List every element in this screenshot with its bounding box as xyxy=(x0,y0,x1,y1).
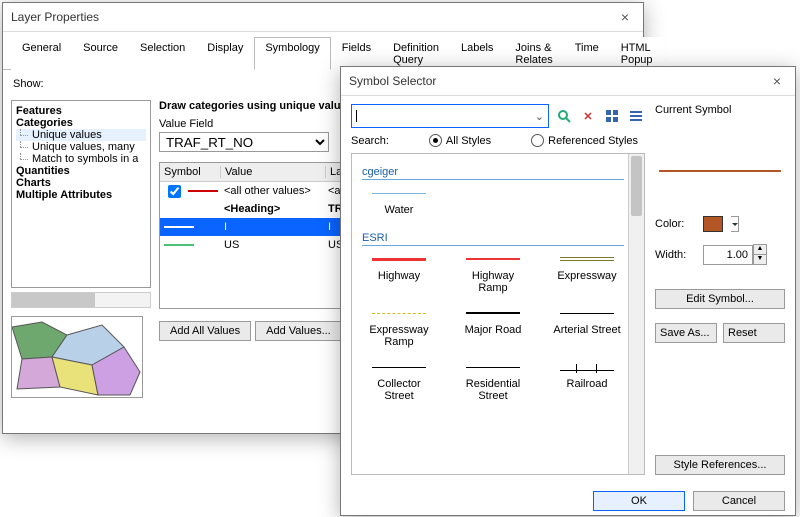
reset-button[interactable]: Reset xyxy=(723,323,785,343)
symbol-collector-street[interactable]: Collector Street xyxy=(362,362,436,402)
view-large-icon[interactable] xyxy=(603,107,621,125)
all-other-checkbox[interactable] xyxy=(168,185,181,198)
line-symbol-icon xyxy=(164,244,194,246)
close-icon[interactable]: × xyxy=(767,67,787,95)
tree-hscrollbar[interactable] xyxy=(11,292,151,308)
tree-multiple-attributes[interactable]: Multiple Attributes xyxy=(16,189,146,201)
symbol-expressway[interactable]: Expressway xyxy=(550,254,624,294)
symbol-list: cgeiger Water ESRI Highway Highway Ramp … xyxy=(351,153,645,475)
layer-properties-tabs: General Source Selection Display Symbolo… xyxy=(3,32,643,70)
value-field-combo[interactable]: TRAF_RT_NO xyxy=(159,132,329,152)
symbol-water[interactable]: Water xyxy=(362,188,436,226)
symbology-preview xyxy=(11,316,143,398)
edit-symbol-button[interactable]: Edit Symbol... xyxy=(655,289,785,309)
color-dropdown-icon[interactable] xyxy=(731,216,739,232)
layer-properties-title: Layer Properties xyxy=(11,3,99,31)
width-label: Width: xyxy=(655,249,695,261)
style-references-button[interactable]: Style References... xyxy=(655,455,785,475)
width-spin-up[interactable]: ▲ xyxy=(753,244,767,254)
grid-row-us[interactable]: US US xyxy=(160,236,370,254)
section-esri: ESRI xyxy=(362,232,624,246)
close-icon[interactable]: × xyxy=(615,3,635,31)
ok-button[interactable]: OK xyxy=(593,491,685,511)
tab-selection[interactable]: Selection xyxy=(129,37,196,70)
color-label: Color: xyxy=(655,218,695,230)
symbol-major-road[interactable]: Major Road xyxy=(456,308,530,348)
tree-unique-values[interactable]: Unique values xyxy=(16,129,146,141)
symbol-highway-ramp[interactable]: Highway Ramp xyxy=(456,254,530,294)
col-value: Value xyxy=(221,166,326,178)
width-spin-down[interactable]: ▼ xyxy=(753,254,767,265)
symbol-residential-street[interactable]: Residential Street xyxy=(456,362,530,402)
tab-display[interactable]: Display xyxy=(196,37,254,70)
grid-row-heading[interactable]: <Heading> TRAF_R xyxy=(160,200,370,218)
tree-categories[interactable]: Categories xyxy=(16,117,146,129)
col-symbol: Symbol xyxy=(160,166,221,178)
line-symbol-icon xyxy=(188,190,218,192)
symbol-selector-dialog: Symbol Selector × ⌄ ✕ Search: All Styles… xyxy=(340,66,796,516)
tree-charts[interactable]: Charts xyxy=(16,177,146,189)
tab-symbology[interactable]: Symbology xyxy=(254,37,330,70)
symbol-selector-titlebar: Symbol Selector × xyxy=(341,67,795,96)
view-list-icon[interactable] xyxy=(627,107,645,125)
dropdown-icon[interactable]: ⌄ xyxy=(535,110,544,123)
left-column: Features Categories Unique values Unique… xyxy=(11,100,151,398)
clear-search-icon[interactable]: ✕ xyxy=(579,107,597,125)
tab-source[interactable]: Source xyxy=(72,37,129,70)
save-as-button[interactable]: Save As... xyxy=(655,323,717,343)
line-symbol-icon xyxy=(164,226,194,228)
color-picker[interactable] xyxy=(703,216,723,232)
search-label: Search: xyxy=(351,135,389,147)
add-all-values-button[interactable]: Add All Values xyxy=(159,321,251,341)
grid-row-i[interactable]: I I xyxy=(160,218,370,236)
referenced-styles-radio[interactable]: Referenced Styles xyxy=(531,134,638,147)
symbol-railroad[interactable]: Railroad xyxy=(550,362,624,402)
current-symbol-preview xyxy=(659,146,781,172)
layer-properties-titlebar: Layer Properties × xyxy=(3,3,643,32)
section-cgeiger: cgeiger xyxy=(362,166,624,180)
tree-quantities[interactable]: Quantities xyxy=(16,165,146,177)
search-icon[interactable] xyxy=(555,107,573,125)
symbol-selector-title: Symbol Selector xyxy=(349,67,436,95)
search-input[interactable]: ⌄ xyxy=(351,104,549,128)
symbol-list-scrollbar[interactable] xyxy=(628,154,644,474)
width-input[interactable]: 1.00 xyxy=(703,245,753,265)
grid-row-all-other[interactable]: <all other values> <all other xyxy=(160,182,370,200)
show-tree[interactable]: Features Categories Unique values Unique… xyxy=(11,100,151,288)
symbol-expressway-ramp[interactable]: Expressway Ramp xyxy=(362,308,436,348)
tree-unique-values-many[interactable]: Unique values, many xyxy=(16,141,146,153)
tree-features[interactable]: Features xyxy=(16,105,146,117)
symbol-highway[interactable]: Highway xyxy=(362,254,436,294)
current-symbol-label: Current Symbol xyxy=(655,104,785,116)
add-values-button[interactable]: Add Values... xyxy=(255,321,342,341)
grid-header: Symbol Value Label xyxy=(160,163,370,182)
tree-match-symbols[interactable]: Match to symbols in a xyxy=(16,153,146,165)
tab-general[interactable]: General xyxy=(11,37,72,70)
cancel-button[interactable]: Cancel xyxy=(693,491,785,511)
symbol-arterial-street[interactable]: Arterial Street xyxy=(550,308,624,348)
all-styles-radio[interactable]: All Styles xyxy=(429,134,491,147)
